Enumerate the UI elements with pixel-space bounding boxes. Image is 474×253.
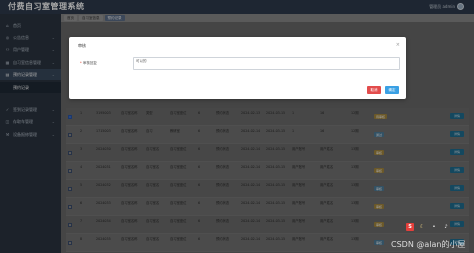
cancel-button[interactable]: 取消: [367, 86, 381, 94]
review-dialog: 审核 × * 审核回复 可以的 取消 确定: [69, 37, 406, 99]
dot-icon[interactable]: •: [430, 223, 438, 231]
close-icon[interactable]: ×: [396, 42, 400, 48]
mic-icon[interactable]: ♪: [442, 223, 450, 231]
dialog-title: 审核: [78, 43, 86, 48]
s-logo-icon[interactable]: S: [406, 223, 414, 231]
floating-toolbar: S ☾ • ♪: [406, 223, 450, 231]
moon-icon[interactable]: ☾: [418, 223, 426, 231]
review-reply-label: * 审核回复: [80, 61, 97, 65]
confirm-button[interactable]: 确定: [385, 86, 399, 94]
watermark: CSDN @alan的小屋: [391, 240, 466, 249]
review-reply-textarea[interactable]: 可以的: [133, 57, 400, 70]
